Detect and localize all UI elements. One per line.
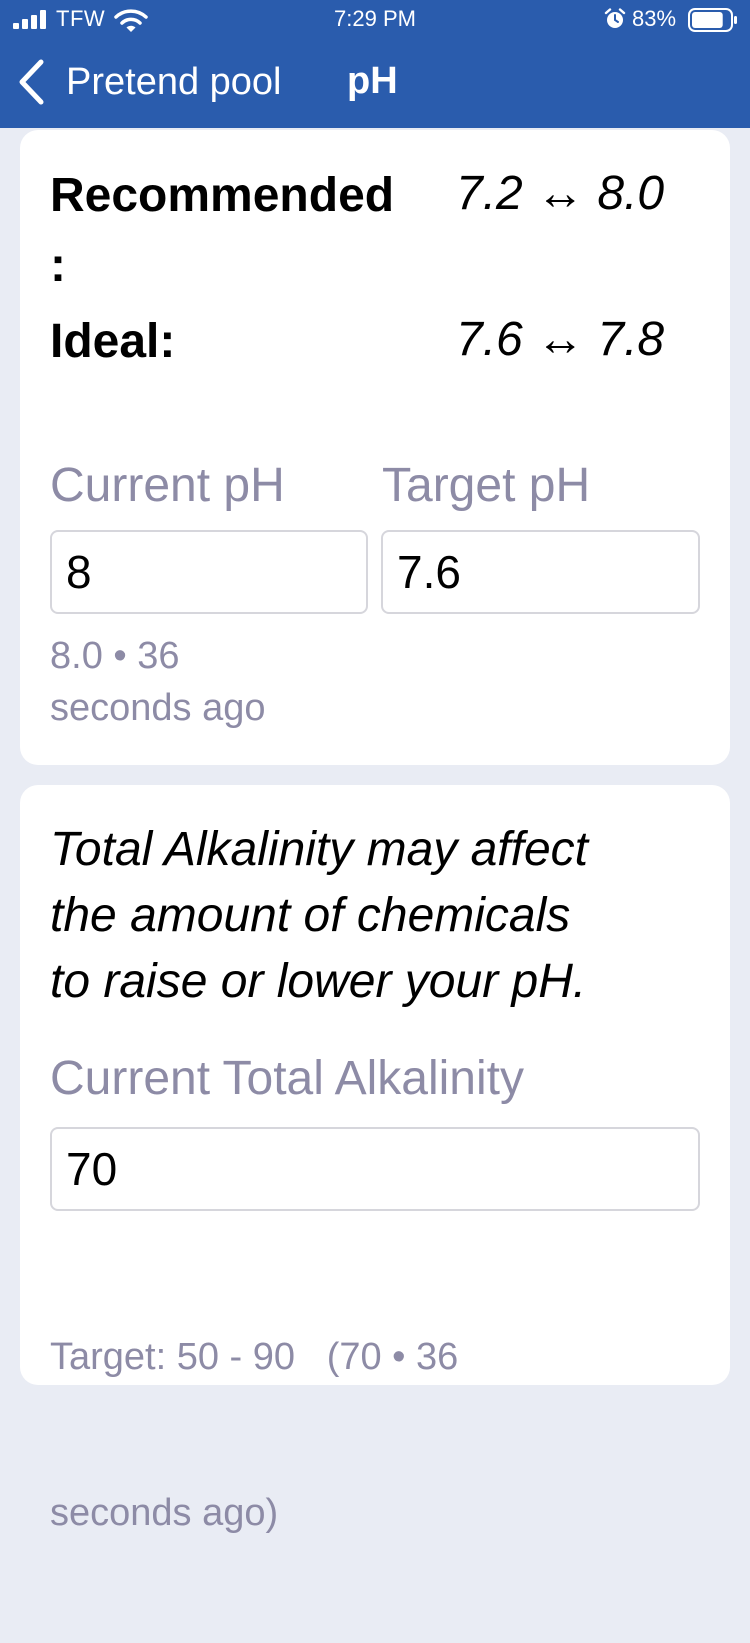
recommended-range-value: 7.2 ↔ 8.0 [456,167,665,220]
alkalinity-note: Total Alkalinity may affect the amount o… [50,817,710,1015]
chevron-left-icon [19,59,44,105]
navigation-bar: Pretend pool pH [0,40,750,128]
status-bar: TFW 7:29 PM 83% [0,0,750,40]
recommended-range-label: Recommended [50,169,395,222]
alkalinity-target-hint: Target: 50 - 90 (70 • 36 seconds ago) [50,1227,710,1643]
battery-fill [692,12,723,28]
back-button[interactable]: Pretend pool [14,54,282,110]
total-alkalinity-input[interactable] [50,1127,700,1211]
last-reading-value: 8.0 • 36 [50,635,180,677]
alkalinity-note-line: to raise or lower your pH. [50,955,587,1008]
alkalinity-card: Total Alkalinity may affect the amount o… [20,785,730,1534]
target-ph-input[interactable] [381,530,700,614]
alkalinity-reading-time: seconds ago) [50,1492,279,1534]
last-reading-time: seconds ago [50,687,266,729]
ph-reading-card: Recommended : 7.2 ↔ 8.0 Ideal: 7.6 ↔ 7.8… [20,130,730,765]
current-ph-input[interactable] [50,530,368,614]
page-title: pH [347,60,398,102]
ideal-range-value: 7.6 ↔ 7.8 [456,313,665,366]
battery-icon [688,8,737,32]
ideal-range-label: Ideal: [50,315,176,368]
battery-percentage: 83% [632,6,677,31]
top-bar: TFW 7:29 PM 83% Pretend pool pH [0,0,750,128]
current-ph-label: Current pH [50,459,285,512]
recommended-range-colon: : [50,239,66,292]
alkalinity-note-line: Total Alkalinity may affect [50,823,589,876]
last-reading-info: 8.0 • 36 seconds ago [50,630,370,734]
target-ph-label: Target pH [382,459,591,512]
alkalinity-note-line: the amount of chemicals [50,889,571,942]
back-button-label: Pretend pool [66,60,282,103]
total-alkalinity-label: Current Total Alkalinity [50,1052,524,1105]
alkalinity-target-range: Target: 50 - 90 (70 • 36 [50,1336,459,1378]
alarm-icon [604,8,626,28]
